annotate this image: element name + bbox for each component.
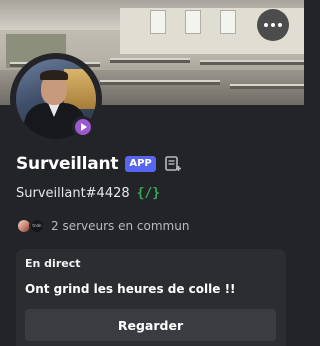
status-ring [75,119,91,135]
notes-icon[interactable] [164,156,181,172]
watch-button[interactable]: Regarder [25,309,276,341]
name-row: Surveillant APP [16,152,181,176]
username[interactable]: Surveillant#4428 [16,186,130,201]
stream-title: Ont grind les heures de colle !! [25,282,236,296]
app-badge: APP [125,156,156,172]
mutual-servers-label: 2 serveurs en commun [51,219,190,233]
username-row: Surveillant#4428 {/} [16,183,160,203]
server-avatar-two: tndn [29,218,45,234]
more-options-button[interactable] [257,9,289,41]
play-icon [81,123,87,131]
display-name: Surveillant [16,154,119,174]
mutual-servers[interactable]: tndn 2 serveurs en commun [16,217,189,235]
live-activity-panel: En direct Ont grind les heures de colle … [16,249,286,346]
ellipsis-icon [264,23,282,27]
slash-commands-icon[interactable]: {/} [137,186,160,201]
profile-popout: Surveillant APP Surveillant#4428 {/} tnd… [0,0,304,346]
streaming-status-icon [72,116,94,138]
live-label: En direct [25,257,81,270]
